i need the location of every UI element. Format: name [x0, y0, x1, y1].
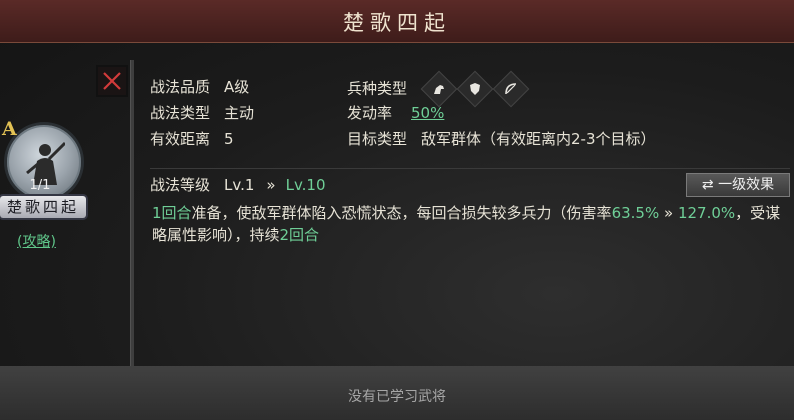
prep-turns: 1回合	[152, 204, 192, 222]
range-label: 有效距离	[150, 130, 211, 148]
no-general-hint: 没有已学习武将	[348, 389, 446, 405]
level-effect-label: 一级效果	[718, 177, 775, 193]
type-row: 战法类型 主动	[150, 102, 254, 124]
skill-description: 1回合准备，使敌军群体陷入恐慌状态，每回合损失较多兵力（伤害率63.5% » 1…	[152, 202, 792, 246]
trigger-label: 发动率	[347, 104, 393, 122]
troop-icons	[420, 70, 530, 108]
target-value: 敌军群体（有效距离内2-3个目标）	[421, 130, 656, 148]
trigger-row: 发动率 50%	[347, 102, 444, 124]
level-effect-button[interactable]: ⇄ 一级效果	[686, 173, 790, 197]
troop-row: 兵种类型	[347, 70, 530, 108]
quality-row: 战法品质 A级	[150, 76, 249, 98]
page-title: 楚歌四起	[343, 11, 451, 35]
grade-badge: A	[2, 118, 17, 140]
close-button[interactable]	[96, 65, 128, 97]
swap-icon: ⇄	[701, 177, 714, 193]
damage-rate-from: 63.5%	[611, 204, 660, 222]
type-label: 战法类型	[150, 104, 211, 122]
close-icon	[103, 72, 121, 90]
quality-label: 战法品质	[150, 78, 211, 96]
range-value: 5	[224, 130, 234, 148]
target-label: 目标类型	[347, 130, 408, 148]
trigger-value: 50%	[411, 104, 445, 122]
bottom-bar: 没有已学习武将	[0, 366, 794, 420]
level-label: 战法等级	[150, 176, 211, 194]
quality-value: A级	[224, 78, 250, 96]
damage-rate-to: 127.0%	[677, 204, 736, 222]
bow-icon	[492, 70, 530, 108]
guide-link[interactable]: (攻略)	[17, 231, 56, 251]
duration-turns: 2回合	[279, 226, 320, 244]
level-row: 战法等级 Lv.1 » Lv.10	[150, 174, 326, 196]
panel-divider	[130, 60, 134, 366]
general-name: 楚歌四起	[0, 196, 86, 218]
range-row: 有效距离 5	[150, 128, 234, 150]
shield-icon	[456, 70, 494, 108]
target-row: 目标类型 敌军群体（有效距离内2-3个目标）	[347, 128, 656, 150]
type-value: 主动	[224, 104, 255, 122]
section-separator	[150, 168, 790, 169]
troop-label: 兵种类型	[347, 79, 408, 98]
level-to: Lv.10	[285, 176, 326, 194]
damage-rate-arrow: »	[659, 204, 678, 222]
desc-text-1: 准备，使敌军群体陷入恐慌状态，每回合损失较多兵力（伤害率	[191, 204, 612, 222]
level-arrow: »	[266, 176, 276, 194]
title-bar: 楚歌四起	[0, 0, 794, 43]
level-from: Lv.1	[224, 176, 255, 194]
count-label: 1/1	[29, 178, 51, 193]
